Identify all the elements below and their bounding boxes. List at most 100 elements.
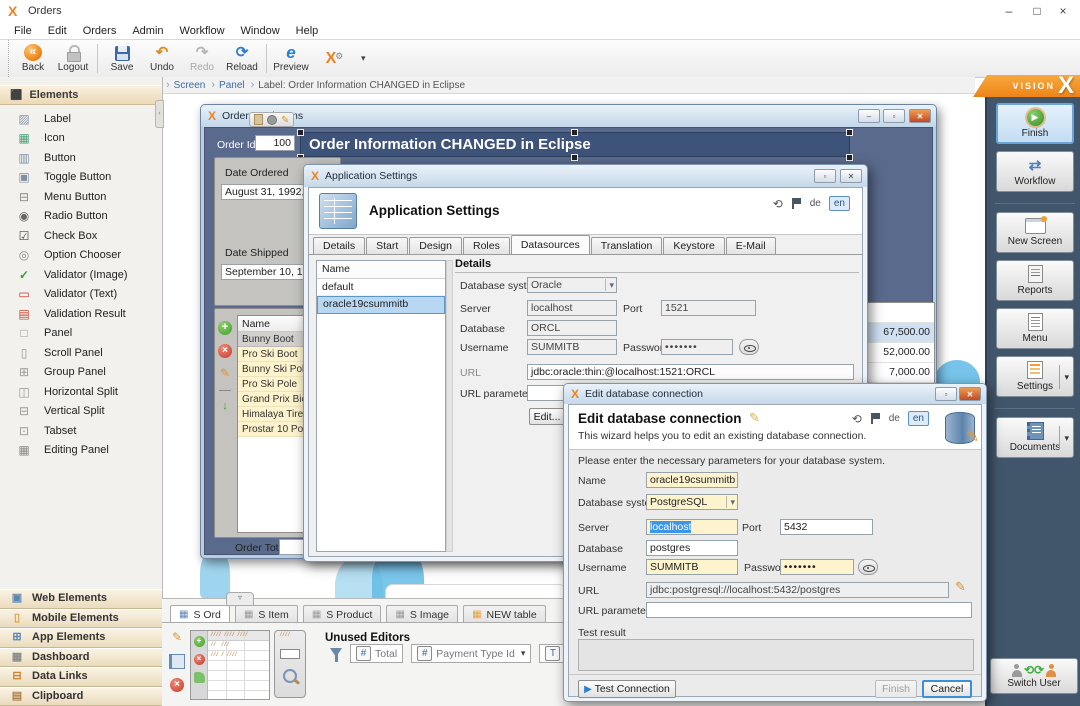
delete-row-icon[interactable]	[170, 678, 184, 692]
dialog-maximize-button[interactable]: ▫	[814, 169, 836, 183]
price-row[interactable]: 7,000.00	[864, 363, 934, 383]
password-field[interactable]: •••••••	[661, 339, 733, 355]
palette-element[interactable]: Vertical Split	[0, 402, 162, 422]
show-password-button[interactable]	[858, 559, 878, 575]
price-row[interactable]: 52,000.00	[864, 343, 934, 363]
elements-header[interactable]: Elements	[0, 85, 162, 105]
lang-en-button[interactable]: en	[908, 411, 929, 426]
finish-button[interactable]: Finish	[875, 680, 917, 698]
toolbar-button[interactable]: Redo	[182, 40, 222, 77]
lang-de-button[interactable]: de	[889, 413, 900, 424]
test-connection-button[interactable]: ▶ Test Connection	[578, 680, 676, 698]
edit-tool-icon[interactable]	[281, 114, 289, 126]
maximize-button[interactable]: □	[1024, 2, 1050, 20]
edit-row-icon[interactable]	[218, 367, 232, 381]
notes-icon[interactable]	[169, 654, 185, 669]
settings-tab[interactable]: Design	[409, 237, 462, 254]
export-icon[interactable]	[218, 400, 232, 414]
dialog-close-button[interactable]: ✕	[840, 169, 862, 183]
history-icon[interactable]	[773, 197, 783, 211]
unused-editor-chip[interactable]: # Payment Type Id	[411, 644, 531, 663]
show-password-button[interactable]	[739, 339, 759, 355]
price-row[interactable]: 67,500.00	[864, 323, 934, 343]
palette-element[interactable]: Icon	[0, 129, 162, 149]
edit-row-icon[interactable]	[170, 631, 184, 645]
dialog-close-button[interactable]: ✕	[959, 387, 981, 401]
language-flag-icon[interactable]	[870, 413, 881, 424]
password-field[interactable]: •••••••	[780, 559, 854, 575]
palette-element[interactable]: Horizontal Split	[0, 382, 162, 402]
table-preview-widget[interactable]: //// //// //// // /// /// / ////	[190, 630, 270, 700]
palette-element[interactable]: Check Box	[0, 226, 162, 246]
toolbar-button[interactable]: Save	[102, 40, 142, 77]
database-field[interactable]: postgres	[646, 540, 738, 556]
settings-tab[interactable]: Start	[366, 237, 408, 254]
filter-funnel-icon[interactable]	[330, 648, 342, 657]
window-close-button[interactable]: ✕	[909, 109, 931, 123]
sidebar-action-button[interactable]: Settings	[996, 356, 1074, 397]
palette-element[interactable]: Group Panel	[0, 363, 162, 383]
sidebar-section-header[interactable]: Mobile Elements	[0, 609, 162, 629]
settings-tab[interactable]: E-Mail	[726, 237, 776, 254]
settings-tab[interactable]: Keystore	[663, 237, 724, 254]
menu-item[interactable]: Workflow	[172, 25, 233, 37]
sidebar-action-button[interactable]: Menu	[996, 308, 1074, 349]
server-field[interactable]: localhost	[527, 300, 617, 316]
panel-collapse-handle[interactable]: ▿	[226, 592, 254, 606]
username-field[interactable]: SUMMITB	[646, 559, 738, 575]
palette-element[interactable]: Scroll Panel	[0, 343, 162, 363]
sidebar-action-button[interactable]: Documents	[996, 417, 1074, 458]
breadcrumb-link[interactable]: Screen	[162, 79, 205, 91]
toolbar-dropdown-arrow[interactable]: ▾	[361, 53, 366, 64]
palette-element[interactable]: Panel	[0, 324, 162, 344]
window-minimize-button[interactable]: –	[858, 109, 880, 123]
palette-element[interactable]: Editing Panel	[0, 441, 162, 461]
sidebar-action-button[interactable]: Finish	[996, 103, 1074, 144]
username-field[interactable]: SUMMITB	[527, 339, 617, 355]
palette-element[interactable]: Validator (Text)	[0, 285, 162, 305]
sidebar-section-header[interactable]: Dashboard	[0, 648, 162, 668]
dialog-minimize-button[interactable]: ▫	[935, 387, 957, 401]
palette-element[interactable]: Option Chooser	[0, 246, 162, 266]
palette-element[interactable]: Menu Button	[0, 187, 162, 207]
port-field[interactable]: 5432	[780, 519, 873, 535]
bottom-tab[interactable]: ▦ S Ord	[170, 605, 230, 623]
database-system-select[interactable]: PostgreSQL	[646, 494, 738, 510]
switch-user-button[interactable]: ⟲⟳ Switch User	[990, 658, 1078, 694]
bottom-tab[interactable]: ▦ S Image	[386, 605, 458, 623]
dialog-titlebar[interactable]: X Edit database connection	[564, 384, 986, 404]
menu-item[interactable]: Orders	[75, 25, 125, 37]
settings-tab[interactable]: Details	[313, 237, 365, 254]
palette-element[interactable]: Label	[0, 109, 162, 129]
sidebar-section-header[interactable]: Data Links	[0, 667, 162, 687]
database-field[interactable]: ORCL	[527, 320, 617, 336]
history-icon[interactable]	[852, 412, 862, 426]
sidebar-section-header[interactable]: App Elements	[0, 628, 162, 648]
sidebar-section-header[interactable]: Clipboard	[0, 687, 162, 706]
toolbar-button[interactable]: Reload	[222, 40, 262, 77]
dialog-titlebar[interactable]: X Application Settings	[304, 165, 867, 187]
url-field[interactable]: jdbc:postgresql://localhost:5432/postgre…	[646, 582, 949, 598]
unused-editor-chip[interactable]: # Total	[350, 644, 403, 663]
toolbar-button[interactable]: Undo	[142, 40, 182, 77]
cancel-button[interactable]: Cancel	[922, 680, 972, 698]
url-parameter-field[interactable]	[646, 602, 972, 618]
sidebar-action-button[interactable]: Workflow	[996, 151, 1074, 192]
close-button[interactable]: ×	[1050, 2, 1076, 20]
sidebar-section-header[interactable]: Web Elements	[0, 589, 162, 609]
edit-connection-button[interactable]: Edit...	[529, 408, 565, 425]
lang-en-button[interactable]: en	[829, 196, 850, 211]
edit-url-pencil-icon[interactable]: ✎	[955, 579, 966, 595]
port-field[interactable]: 1521	[661, 300, 756, 316]
delete-tool-icon[interactable]	[254, 114, 263, 125]
bottom-tab[interactable]: ▦ S Product	[303, 605, 382, 623]
toolbar-drag-handle[interactable]	[0, 40, 9, 77]
order-id-field[interactable]: 100	[255, 135, 295, 151]
datasource-list-header[interactable]: Name	[317, 261, 445, 279]
menu-item[interactable]: Help	[288, 25, 327, 37]
price-row[interactable]	[864, 303, 934, 323]
add-row-icon[interactable]	[218, 321, 232, 335]
window-maximize-button[interactable]: ▫	[883, 109, 905, 123]
search-preview-widget[interactable]: ////	[274, 630, 306, 698]
palette-element[interactable]: Radio Button	[0, 207, 162, 227]
